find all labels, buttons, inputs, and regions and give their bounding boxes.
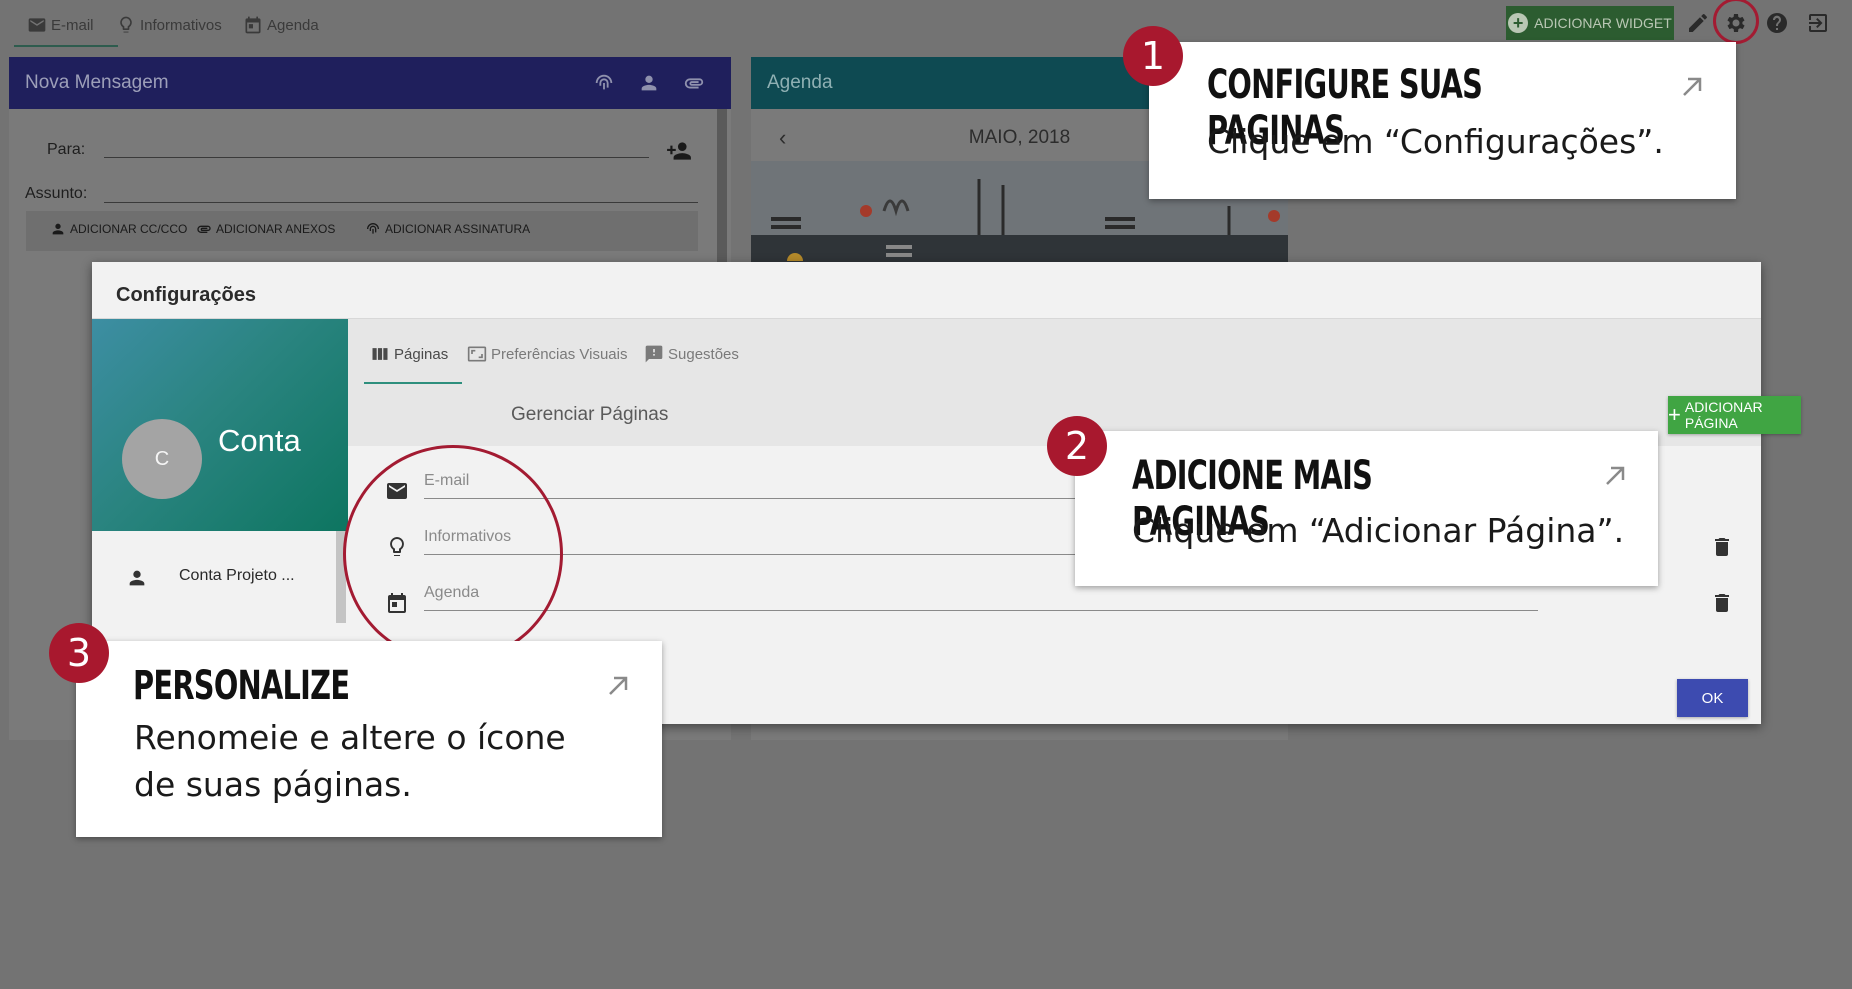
top-navigation-bar: E-mail Informativos Agenda + ADICIONAR W…: [0, 0, 1852, 48]
callout-3-body-line-1: Renomeie e altere o ícone: [134, 718, 566, 757]
tab-pages-label: Páginas: [394, 345, 449, 363]
tutorial-callout-2: Adicione mais paginas Clique em “Adicion…: [1075, 431, 1658, 586]
add-cc-label: ADICIONAR CC/CCO: [70, 222, 188, 236]
mail-icon: [27, 15, 47, 35]
tab-agenda-label: Agenda: [267, 16, 319, 34]
step-badge-3: 3: [49, 623, 109, 683]
step-badge-2: 2: [1047, 416, 1107, 476]
tab-suggestions[interactable]: Sugestões: [644, 341, 739, 367]
pencil-icon[interactable]: [1686, 11, 1710, 35]
add-cc-button[interactable]: ADICIONAR CC/CCO: [50, 221, 187, 237]
account-list-item[interactable]: Conta Projeto ...: [92, 531, 338, 623]
account-card: C Conta: [92, 319, 348, 531]
manage-pages-title: Gerenciar Páginas: [511, 404, 669, 425]
add-contact-icon[interactable]: [666, 138, 692, 164]
account-item-label: Conta Projeto ...: [179, 567, 295, 584]
logout-icon[interactable]: [1806, 11, 1830, 35]
callout-3-heading: Personalize: [133, 663, 350, 709]
help-icon[interactable]: [1765, 11, 1789, 35]
arrow-up-right-icon: [1602, 463, 1628, 489]
message-actions-bar: ADICIONAR CC/CCO ADICIONAR ANEXOS ADICIO…: [26, 211, 698, 251]
person-icon: [129, 570, 145, 586]
paperclip-icon[interactable]: [683, 72, 705, 94]
feedback-icon: [644, 344, 664, 364]
callout-3-body-line-2: de suas páginas.: [134, 765, 412, 804]
add-widget-button[interactable]: + ADICIONAR WIDGET: [1506, 6, 1674, 40]
dialog-title-bar: Configurações: [92, 262, 1761, 320]
highlight-ring: [343, 445, 563, 663]
tab-informativos-label: Informativos: [140, 16, 222, 34]
to-label: Para:: [47, 141, 86, 158]
trash-icon[interactable]: [1710, 591, 1734, 615]
dialog-title: Configurações: [116, 284, 257, 306]
active-tab-indicator: [364, 382, 462, 384]
tab-email-label: E-mail: [51, 16, 94, 34]
arrow-up-right-icon: [605, 673, 631, 699]
add-attachment-button[interactable]: ADICIONAR ANEXOS: [196, 221, 335, 237]
tutorial-callout-1: Configure suas paginas Clique em “Config…: [1149, 42, 1736, 199]
step-badge-1: 1: [1123, 26, 1183, 86]
callout-2-body: Clique em “Adicionar Página”.: [1132, 511, 1625, 550]
arrow-up-right-icon: [1679, 74, 1705, 100]
tab-visual-preferences-label: Preferências Visuais: [491, 345, 628, 363]
add-page-button[interactable]: + ADICIONAR PÁGINA: [1668, 396, 1801, 434]
callout-1-body: Clique em “Configurações”.: [1207, 122, 1664, 161]
tab-email[interactable]: E-mail: [27, 10, 94, 40]
tab-pages[interactable]: Páginas: [370, 341, 448, 367]
plus-icon: +: [1668, 402, 1681, 427]
highlight-ring: [1713, 0, 1759, 44]
tab-agenda[interactable]: Agenda: [243, 10, 319, 40]
account-title: Conta: [218, 423, 301, 458]
calendar-icon: [243, 15, 263, 35]
new-message-title: Nova Mensagem: [25, 72, 169, 93]
paperclip-icon: [196, 221, 212, 237]
tab-informativos[interactable]: Informativos: [116, 10, 222, 40]
ok-button[interactable]: OK: [1677, 679, 1748, 717]
fingerprint-icon[interactable]: [593, 72, 615, 94]
avatar[interactable]: C: [122, 419, 202, 499]
agenda-title: Agenda: [767, 72, 833, 93]
fingerprint-icon: [365, 221, 381, 237]
person-icon: [50, 221, 66, 237]
trash-icon[interactable]: [1710, 535, 1734, 559]
add-signature-button[interactable]: ADICIONAR ASSINATURA: [365, 221, 530, 237]
person-icon[interactable]: [638, 72, 660, 94]
subject-label: Assunto:: [25, 185, 88, 202]
add-page-label: ADICIONAR PÁGINA: [1684, 399, 1763, 431]
lightbulb-icon: [116, 15, 136, 35]
add-signature-label: ADICIONAR ASSINATURA: [385, 222, 531, 236]
tab-visual-preferences[interactable]: Preferências Visuais: [467, 341, 627, 367]
tutorial-callout-3: Personalize Renomeie e altere o ícone de…: [76, 641, 662, 837]
columns-icon: [370, 344, 390, 364]
active-tab-indicator: [14, 45, 118, 47]
add-attachment-label: ADICIONAR ANEXOS: [216, 222, 336, 236]
new-message-header: Nova Mensagem: [9, 57, 731, 109]
settings-tabs: Páginas Preferências Visuais Sugestões: [348, 319, 1761, 387]
aspect-ratio-icon: [467, 344, 487, 364]
add-widget-label: ADICIONAR WIDGET: [1534, 15, 1672, 31]
scrollbar[interactable]: [717, 109, 727, 269]
to-input[interactable]: [104, 157, 649, 158]
tab-suggestions-label: Sugestões: [668, 345, 739, 363]
subject-input[interactable]: [104, 202, 698, 203]
add-circle-icon: +: [1508, 13, 1529, 33]
